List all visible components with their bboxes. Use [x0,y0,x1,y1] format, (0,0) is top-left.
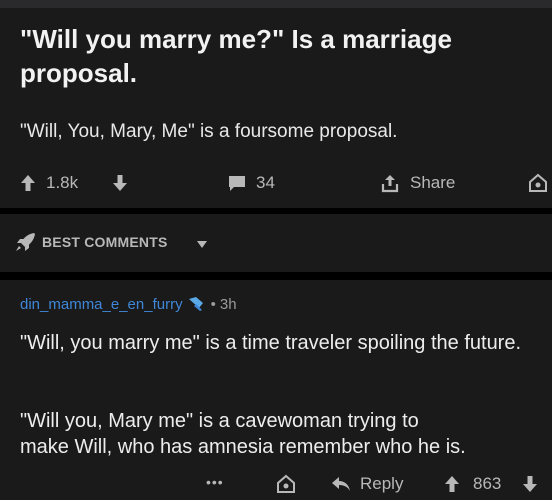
sort-label[interactable]: BEST COMMENTS [42,234,168,250]
share-button[interactable]: Share [410,170,455,196]
comment-meta: din_mamma_e_en_furry • 3h [20,294,237,314]
award-icon[interactable] [528,170,548,196]
rocket-icon [14,231,38,258]
reply-icon[interactable] [330,472,352,496]
downvote-icon[interactable] [112,170,128,196]
more-icon[interactable]: ••• [206,470,224,494]
comment-action-bar: ••• Reply 863 [0,472,552,496]
comment-timestamp: 3h [219,295,237,313]
flair-icon [187,296,205,312]
comment-card: din_mamma_e_en_furry • 3h "Will, you mar… [0,280,552,500]
share-icon[interactable] [380,170,400,196]
comment-username[interactable]: din_mamma_e_en_furry [20,296,183,313]
meta-separator: • [210,295,216,313]
section-gap [0,272,552,280]
post-title[interactable]: "Will you marry me?" Is a marriage propo… [20,22,540,90]
post-action-bar: 1.8k 34 Share [0,170,552,196]
comment-paragraph-1: "Will, you marry me" is a time traveler … [20,332,522,354]
award-icon[interactable] [276,472,296,496]
comment-paragraph-2: "Will you, Mary me" is a cavewoman tryin… [20,408,552,460]
downvote-icon[interactable] [522,472,538,496]
post-score: 1.8k [46,173,79,192]
upvote-icon[interactable] [20,170,36,196]
top-strip [0,0,552,8]
comment-paragraph-2-line-2: make Will, who has amnesia remember who … [20,436,466,458]
post-card: "Will you marry me?" Is a marriage propo… [0,8,552,208]
comment-bubble-icon[interactable] [227,170,247,196]
reply-button[interactable]: Reply [360,472,403,496]
comment-count[interactable]: 34 [256,170,275,196]
comment-sort-bar[interactable]: BEST COMMENTS [0,214,552,272]
comment-paragraph-2-line-1: "Will you, Mary me" is a cavewoman tryin… [20,410,419,432]
caret-down-icon[interactable] [196,236,208,254]
post-body: "Will, You, Mary, Me" is a foursome prop… [20,121,398,142]
comment-score: 863 [473,474,502,493]
upvote-icon[interactable] [444,472,460,496]
